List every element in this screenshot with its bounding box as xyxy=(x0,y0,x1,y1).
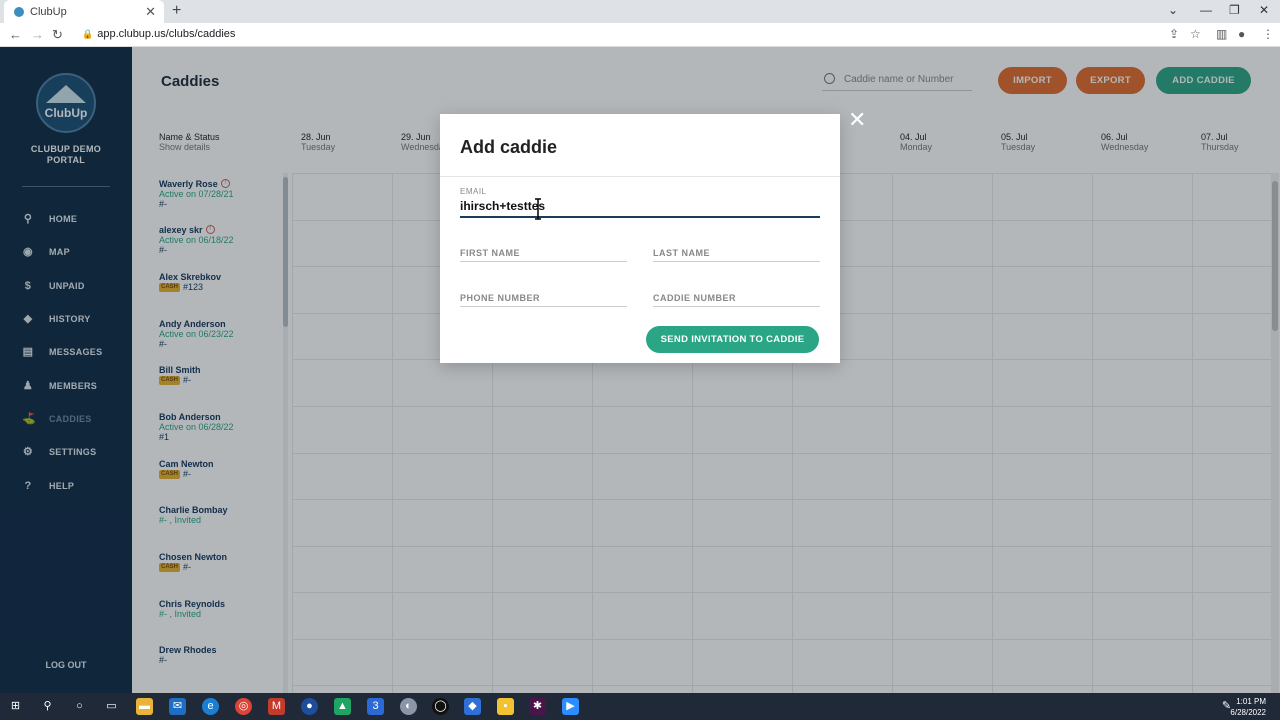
phone-underline xyxy=(460,306,627,307)
more-menu-icon[interactable]: ⋮ xyxy=(1262,27,1274,41)
email-label: EMAIL xyxy=(460,187,487,196)
calendar-icon[interactable]: 3 xyxy=(367,698,384,715)
modal-title: Add caddie xyxy=(460,137,558,157)
tab-search-icon[interactable]: ⌄ xyxy=(1168,3,1178,17)
back-icon[interactable]: ← xyxy=(9,27,22,42)
tab-title: ClubUp xyxy=(30,5,67,18)
task-view-icon[interactable]: ▭ xyxy=(103,698,120,715)
email-underline xyxy=(460,216,820,218)
modal-close-icon[interactable]: ✕ xyxy=(848,109,866,131)
phone-number-field[interactable]: PHONE NUMBER xyxy=(460,293,627,307)
windows-start-icon[interactable]: ⊞ xyxy=(7,698,24,715)
sticky-notes-icon[interactable]: ▪ xyxy=(497,698,514,715)
cortana-icon[interactable]: ○ xyxy=(71,698,88,715)
text-cursor-icon xyxy=(535,198,541,220)
first-name-field[interactable]: FIRST NAME xyxy=(460,248,627,262)
caddie-number-placeholder: CADDIE NUMBER xyxy=(653,293,736,303)
browser-tab[interactable]: ClubUp ✕ xyxy=(4,0,164,23)
email-value[interactable]: ihirsch+testtes xyxy=(460,199,820,213)
profile-icon[interactable]: ● xyxy=(1238,27,1245,41)
side-panel-icon[interactable]: ▥ xyxy=(1216,27,1227,41)
clock-date: 6/28/2022 xyxy=(1230,708,1266,717)
minimize-icon[interactable]: — xyxy=(1200,3,1212,17)
reload-icon[interactable]: ↻ xyxy=(52,27,63,43)
app-icon[interactable]: ◯ xyxy=(432,698,449,715)
share-icon[interactable]: ⇪ xyxy=(1169,27,1179,41)
new-tab-icon[interactable]: + xyxy=(172,2,181,20)
add-caddie-modal: Add caddie EMAIL ihirsch+testtes FIRST N… xyxy=(440,114,840,363)
windows-taskbar: ⊞ ⚲ ○ ▭ ▬ ✉ e ◎ M ● ▲ 3 ◐ ◯ ◆ ▪ ✱ ▶ ✎ 1:… xyxy=(0,693,1280,720)
url-field[interactable]: 🔒 app.clubup.us/clubs/caddies xyxy=(82,28,235,40)
bookmark-star-icon[interactable]: ☆ xyxy=(1190,27,1201,41)
forward-icon[interactable]: → xyxy=(31,27,44,42)
edge-icon[interactable]: e xyxy=(202,698,219,715)
clubup-favicon-icon xyxy=(14,6,24,17)
zoom-icon[interactable]: ▶ xyxy=(562,698,579,715)
file-explorer-icon[interactable]: ▬ xyxy=(136,698,153,715)
last-name-placeholder: LAST NAME xyxy=(653,248,710,258)
jira-icon[interactable]: ◆ xyxy=(464,698,481,715)
close-tab-icon[interactable]: ✕ xyxy=(145,4,156,20)
window-close-icon[interactable]: ✕ xyxy=(1259,3,1269,17)
caddie-number-underline xyxy=(653,306,820,307)
lock-icon: 🔒 xyxy=(82,29,94,39)
clock[interactable]: 1:01 PM 6/28/2022 xyxy=(1230,696,1266,718)
first-name-placeholder: FIRST NAME xyxy=(460,248,520,258)
slack-icon[interactable]: ✱ xyxy=(529,698,546,715)
gmail-icon[interactable]: M xyxy=(268,698,285,715)
restore-icon[interactable]: ❐ xyxy=(1229,3,1240,17)
modal-divider xyxy=(440,176,840,177)
send-invitation-button[interactable]: SEND INVITATION TO CADDIE xyxy=(646,326,819,353)
search-icon[interactable]: ⚲ xyxy=(39,698,56,715)
browser-tab-bar: ClubUp ✕ + ⌄ — ❐ ✕ xyxy=(0,0,1280,23)
clock-time: 1:01 PM xyxy=(1236,697,1266,706)
google-drive-icon[interactable]: ▲ xyxy=(334,698,351,715)
app-icon[interactable]: ◐ xyxy=(400,698,417,715)
app-icon[interactable]: ● xyxy=(301,698,318,715)
last-name-field[interactable]: LAST NAME xyxy=(653,248,820,262)
url-text: app.clubup.us/clubs/caddies xyxy=(97,28,236,40)
email-field[interactable]: EMAIL ihirsch+testtes xyxy=(460,187,820,218)
phone-placeholder: PHONE NUMBER xyxy=(460,293,541,303)
address-bar: ← → ↻ 🔒 app.clubup.us/clubs/caddies ⇪ ☆ ▥… xyxy=(0,23,1280,47)
chrome-icon[interactable]: ◎ xyxy=(235,698,252,715)
first-name-underline xyxy=(460,261,627,262)
caddie-number-field[interactable]: CADDIE NUMBER xyxy=(653,293,820,307)
last-name-underline xyxy=(653,261,820,262)
mail-icon[interactable]: ✉ xyxy=(169,698,186,715)
